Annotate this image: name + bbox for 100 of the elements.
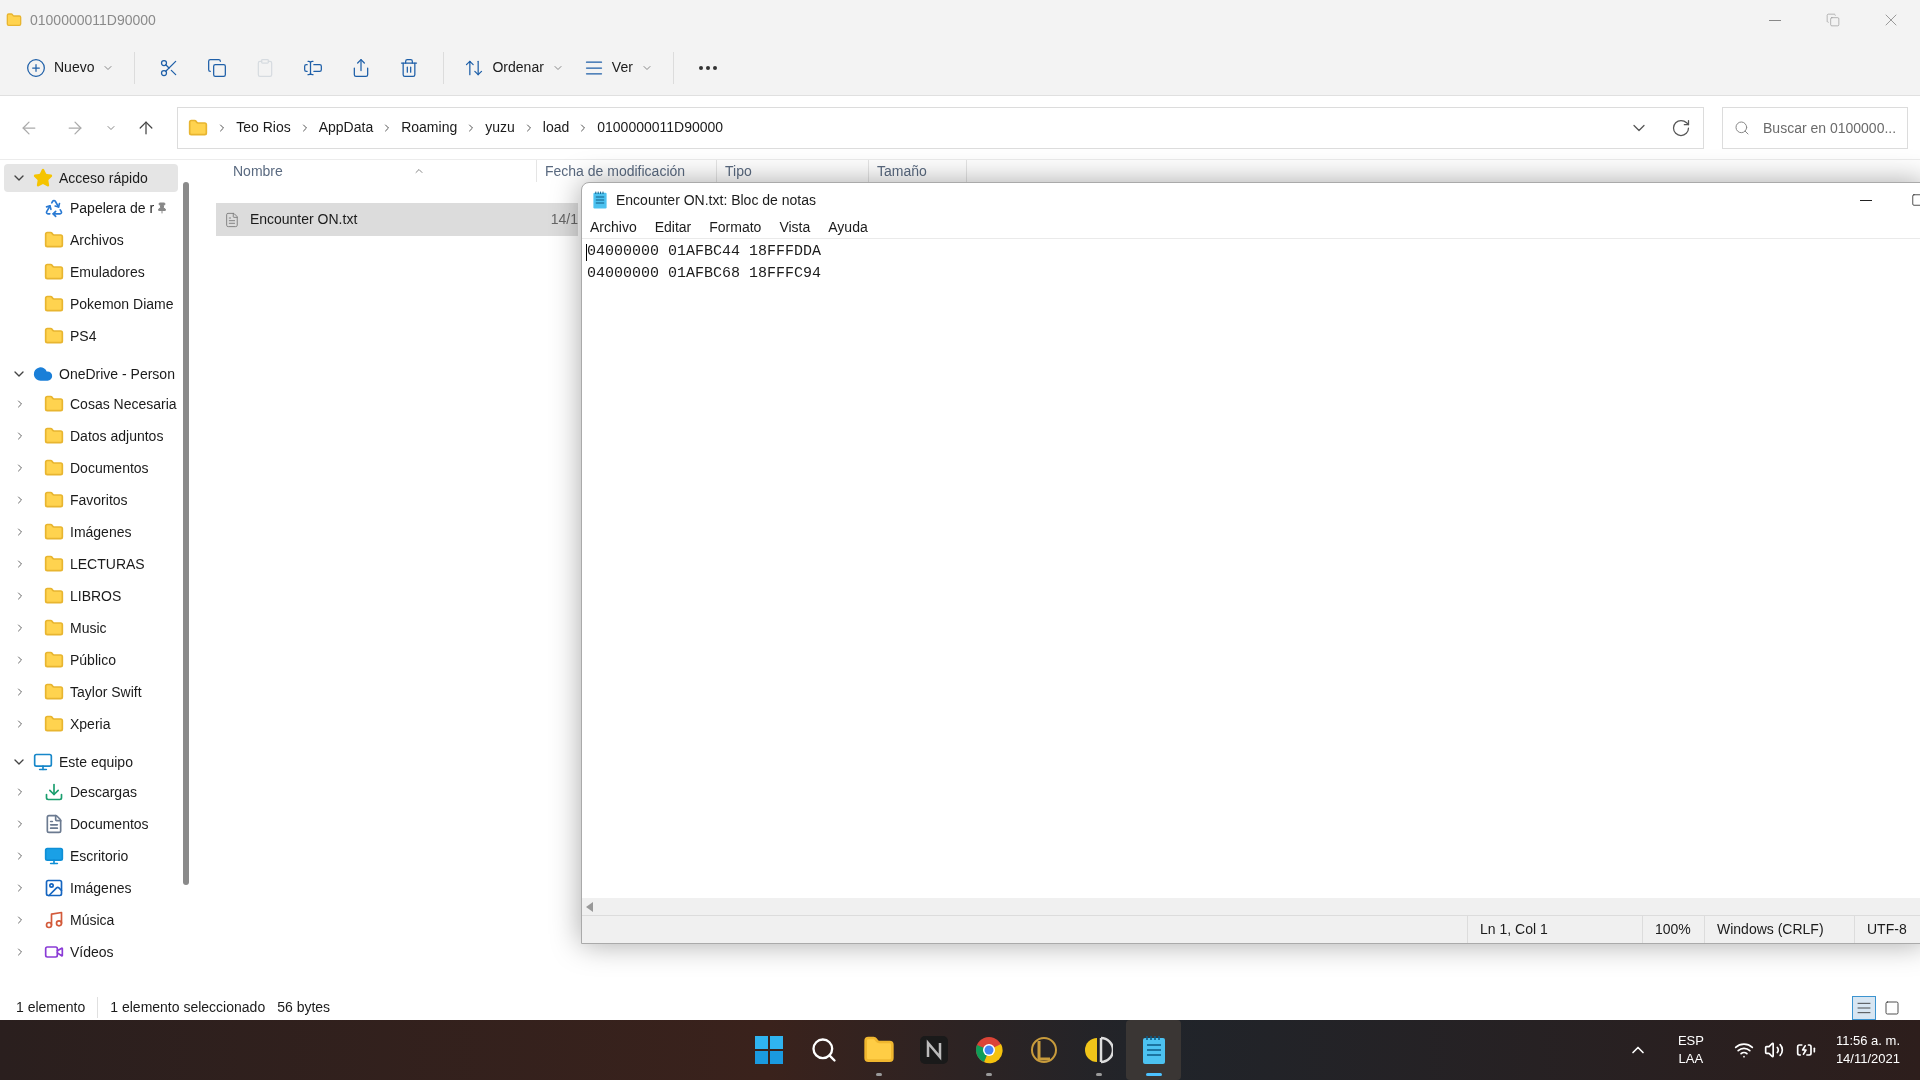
folder-icon <box>44 426 64 446</box>
browser-logo-icon[interactable] <box>974 1036 1003 1064</box>
sidebar-item[interactable]: Favoritos <box>4 484 178 516</box>
clock-date[interactable]: 14/11/2021 <box>1835 1050 1900 1068</box>
view-button[interactable]: Ver <box>573 47 663 88</box>
column-header[interactable]: Fecha de modificación <box>545 160 686 182</box>
sidebar-item[interactable]: Música <box>4 904 178 936</box>
clock-time[interactable]: 11:56 a. m. <box>1835 1032 1900 1050</box>
sidebar-item[interactable]: Cosas Necesaria <box>4 388 178 420</box>
folder-icon <box>6 12 22 28</box>
menu-item[interactable]: Ayuda <box>828 217 868 238</box>
document-icon <box>44 814 64 834</box>
scrollbar[interactable] <box>183 182 189 885</box>
window-title: 0100000011D90000 <box>30 10 156 30</box>
left-arrow-icon[interactable] <box>586 901 594 912</box>
breadcrumb[interactable]: Roaming <box>401 117 458 138</box>
notepad-icon <box>592 191 608 209</box>
running-indicator <box>985 1073 992 1076</box>
sidebar-item[interactable]: Papelera de r <box>4 192 178 224</box>
running-indicator <box>875 1073 882 1076</box>
cloud-icon <box>33 364 53 384</box>
sidebar-label: OneDrive - Person <box>59 364 175 384</box>
folder-icon <box>44 650 64 670</box>
file-row[interactable]: Encounter ON.txt 14/1 <box>216 203 578 236</box>
sidebar-item[interactable]: Imágenes <box>4 516 178 548</box>
refresh-icon[interactable] <box>1671 117 1691 138</box>
sidebar-item[interactable]: Taylor Swift <box>4 676 178 708</box>
sidebar-item[interactable]: Documentos <box>4 808 178 840</box>
sidebar-label: Este equipo <box>59 752 133 772</box>
sidebar-item[interactable]: Vídeos <box>4 936 178 968</box>
sidebar-item[interactable]: Archivos <box>4 224 178 256</box>
square-icon <box>1884 999 1900 1016</box>
sidebar-item[interactable]: Público <box>4 644 178 676</box>
menu-item[interactable]: Vista <box>779 217 811 238</box>
notepad-icon[interactable] <box>1140 1035 1167 1065</box>
breadcrumb[interactable]: Teo Rios <box>236 117 291 138</box>
minimize-icon <box>1769 19 1781 21</box>
folder-icon <box>44 458 64 478</box>
folder-icon <box>44 326 64 346</box>
music-icon <box>44 910 64 930</box>
file-name: Encounter ON.txt <box>249 210 359 229</box>
menu-item[interactable]: Formato <box>709 217 762 238</box>
menu-item[interactable]: Archivo <box>590 217 637 238</box>
sidebar-item[interactable]: Pokemon Diame <box>4 288 178 320</box>
breadcrumb[interactable]: yuzu <box>485 117 515 138</box>
language-indicator[interactable]: LAA <box>1678 1050 1704 1068</box>
column-header[interactable]: Tipo <box>725 160 752 182</box>
text-cursor <box>586 243 587 261</box>
sidebar-item[interactable]: Descargas <box>4 776 178 808</box>
sidebar-label: Acceso rápido <box>59 168 148 188</box>
details-view-button[interactable] <box>1852 995 1876 1020</box>
folder-icon <box>44 262 64 282</box>
sort-button[interactable]: Ordenar <box>454 47 574 88</box>
folder-icon <box>44 294 64 314</box>
half-circle-icon[interactable] <box>1084 1036 1113 1064</box>
search-icon[interactable] <box>809 1036 838 1064</box>
file-date: 14/1 <box>550 210 578 229</box>
sidebar-item[interactable]: Music <box>4 612 178 644</box>
sidebar-item[interactable]: LECTURAS <box>4 548 178 580</box>
sidebar-item[interactable]: Documentos <box>4 452 178 484</box>
running-indicator <box>1095 1073 1102 1076</box>
search-field[interactable]: Buscar en 0100000... <box>1722 106 1908 149</box>
folder-icon <box>44 586 64 606</box>
running-indicator <box>1145 1073 1162 1076</box>
status-text: UTF-8 <box>1867 920 1907 939</box>
desktop-icon <box>44 846 64 866</box>
sidebar-item[interactable]: LIBROS <box>4 580 178 612</box>
n-logo-icon[interactable] <box>919 1036 948 1064</box>
windows-logo-icon[interactable] <box>754 1036 783 1064</box>
wifi-icon[interactable] <box>1733 1040 1754 1060</box>
volume-icon[interactable] <box>1763 1040 1784 1060</box>
sidebar-section[interactable]: Este equipo <box>4 748 178 776</box>
address-bar[interactable]: Teo Rios AppData Roaming yuzu load 0100000011D90000 <box>177 106 1704 149</box>
sidebar-item[interactable]: Escritorio <box>4 840 178 872</box>
menu-item[interactable]: Editar <box>654 217 692 238</box>
breadcrumb[interactable]: 0100000011D90000 <box>597 117 724 138</box>
language-indicator[interactable]: ESP <box>1677 1032 1704 1050</box>
column-header[interactable]: Tamaño <box>877 160 927 182</box>
breadcrumb[interactable]: AppData <box>318 117 374 138</box>
text-area[interactable]: 04000000 01AFBC44 18FFFDDA 04000000 01AFBC68 18FFFC94 <box>582 239 1920 898</box>
column-header[interactable]: Nombre <box>233 160 283 182</box>
new-button[interactable]: Nuevo <box>16 47 125 88</box>
folder-icon <box>44 554 64 574</box>
sidebar-item[interactable]: Xperia <box>4 708 178 740</box>
sidebar-item[interactable]: Imágenes <box>4 872 178 904</box>
status-text: 1 elemento <box>16 997 99 1018</box>
minimize-icon <box>1860 199 1872 201</box>
folder-icon <box>44 230 64 250</box>
sidebar-item[interactable]: Datos adjuntos <box>4 420 178 452</box>
text-line: 04000000 01AFBC68 18FFFC94 <box>587 264 822 284</box>
emblem-icon[interactable] <box>1029 1036 1058 1064</box>
status-text: 1 elemento seleccionado <box>110 998 266 1017</box>
status-text: Windows (CRLF) <box>1717 920 1824 939</box>
breadcrumb[interactable]: load <box>542 117 570 138</box>
sidebar-item[interactable]: Emuladores <box>4 256 178 288</box>
horizontal-scrollbar[interactable] <box>582 898 1920 915</box>
sidebar-section[interactable]: Acceso rápido <box>4 164 178 192</box>
image-icon <box>44 878 64 898</box>
sidebar-section[interactable]: OneDrive - Person <box>4 360 178 388</box>
sidebar-item[interactable]: PS4 <box>4 320 178 352</box>
